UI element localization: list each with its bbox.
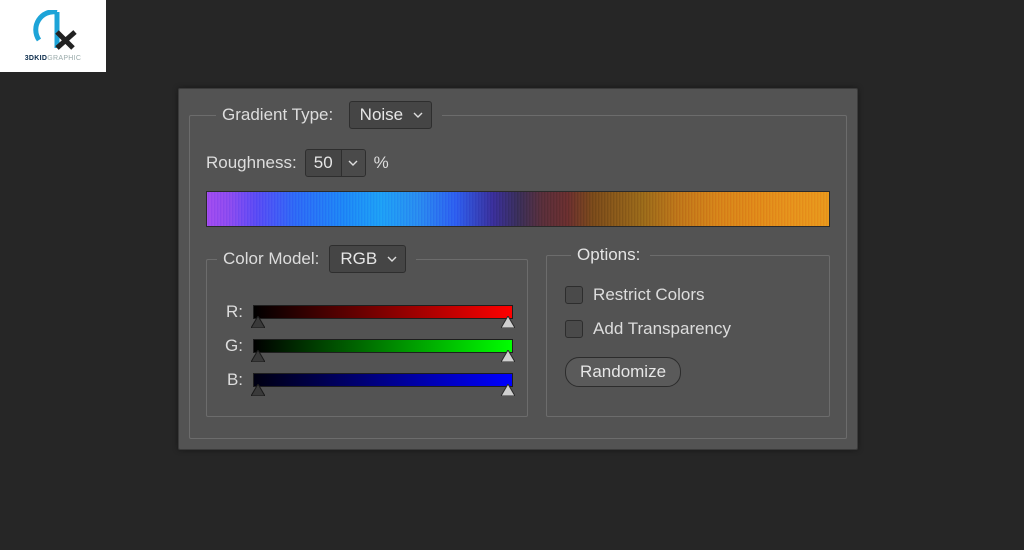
channel-r-min-knob[interactable] xyxy=(251,316,265,328)
gradient-editor-panel: Gradient Type: Noise Roughness: 50 % xyxy=(178,88,858,450)
channel-g-slider[interactable] xyxy=(253,336,513,356)
chevron-down-icon xyxy=(387,254,397,264)
chevron-down-icon xyxy=(348,158,358,168)
channel-b-slider[interactable] xyxy=(253,370,513,390)
add-transparency-label: Add Transparency xyxy=(593,319,731,339)
add-transparency-checkbox[interactable]: Add Transparency xyxy=(565,319,815,339)
color-model-select[interactable]: RGB xyxy=(329,245,406,273)
roughness-unit: % xyxy=(374,153,389,173)
channel-b-max-knob[interactable] xyxy=(501,384,515,396)
chevron-down-icon xyxy=(413,110,423,120)
color-model-label: Color Model: xyxy=(223,249,319,269)
checkbox-icon xyxy=(565,320,583,338)
channel-g: G: xyxy=(221,329,513,363)
roughness-stepper[interactable] xyxy=(341,150,365,176)
channel-r-slider[interactable] xyxy=(253,302,513,322)
restrict-colors-checkbox[interactable]: Restrict Colors xyxy=(565,285,815,305)
channel-b-label: B: xyxy=(221,370,243,390)
channel-g-min-knob[interactable] xyxy=(251,350,265,362)
gradient-type-label: Gradient Type: xyxy=(222,105,333,124)
color-model-value: RGB xyxy=(340,249,377,269)
channel-b: B: xyxy=(221,363,513,397)
channel-g-max-knob[interactable] xyxy=(501,350,515,362)
options-legend: Options: xyxy=(571,245,650,265)
gradient-type-row: Gradient Type: Noise xyxy=(216,101,442,129)
logo-text: 3DKIDGRAPHIC xyxy=(25,55,82,62)
gradient-preview xyxy=(206,191,830,227)
options-group: Options: Restrict Colors Add Transparenc… xyxy=(546,245,830,417)
roughness-row: Roughness: 50 % xyxy=(206,149,830,177)
gradient-type-select[interactable]: Noise xyxy=(349,101,432,129)
roughness-value: 50 xyxy=(306,150,341,176)
roughness-input[interactable]: 50 xyxy=(305,149,366,177)
channel-r-label: R: xyxy=(221,302,243,322)
color-model-group: Color Model: RGB R: xyxy=(206,245,528,417)
channel-g-track xyxy=(253,339,513,353)
channel-r-track xyxy=(253,305,513,319)
roughness-label: Roughness: xyxy=(206,153,297,173)
lower-columns: Color Model: RGB R: xyxy=(206,245,830,417)
channel-sliders: R: G: xyxy=(221,295,513,397)
channel-b-track xyxy=(253,373,513,387)
checkbox-icon xyxy=(565,286,583,304)
panel-frame: Gradient Type: Noise Roughness: 50 % xyxy=(189,101,847,439)
randomize-button[interactable]: Randomize xyxy=(565,357,681,387)
gradient-type-value: Noise xyxy=(360,105,403,125)
brand-logo: 3DKIDGRAPHIC xyxy=(0,0,106,72)
channel-b-min-knob[interactable] xyxy=(251,384,265,396)
randomize-label: Randomize xyxy=(580,362,666,382)
restrict-colors-label: Restrict Colors xyxy=(593,285,704,305)
color-model-row: Color Model: RGB xyxy=(217,245,416,273)
channel-g-label: G: xyxy=(221,336,243,356)
channel-r: R: xyxy=(221,295,513,329)
logo-icon xyxy=(23,10,83,54)
channel-r-max-knob[interactable] xyxy=(501,316,515,328)
